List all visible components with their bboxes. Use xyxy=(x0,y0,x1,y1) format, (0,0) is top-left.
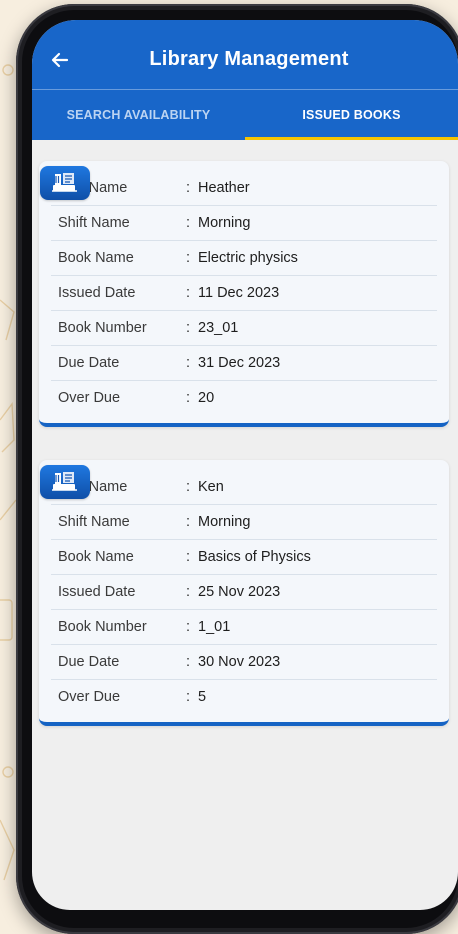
label-book-name: Book Name xyxy=(58,250,134,266)
issued-book-card: UserName : Heather Shift Name : Morning … xyxy=(39,161,449,427)
separator: : xyxy=(186,654,191,670)
separator: : xyxy=(186,549,191,565)
row-due-date: Due Date : 31 Dec 2023 xyxy=(51,346,437,381)
library-book-icon xyxy=(40,465,90,499)
tab-search-availability[interactable]: SEARCH AVAILABILITY xyxy=(32,90,245,140)
row-issued-date: Issued Date : 25 Nov 2023 xyxy=(51,575,437,610)
row-over-due: Over Due : 20 xyxy=(51,381,437,415)
row-username: UserName : Heather xyxy=(51,171,437,206)
book-details-card[interactable]: UserName : Ken Shift Name : Morning Book… xyxy=(39,460,449,726)
app-screen: Library Management SEARCH AVAILABILITY I… xyxy=(32,20,458,910)
label-due-date: Due Date xyxy=(58,355,120,371)
value-over-due: 5 xyxy=(198,689,207,705)
label-book-number: Book Number xyxy=(58,320,147,336)
separator: : xyxy=(186,479,191,495)
app-bar: Library Management SEARCH AVAILABILITY I… xyxy=(32,20,458,140)
issued-books-list: UserName : Heather Shift Name : Morning … xyxy=(32,140,458,726)
separator: : xyxy=(186,180,191,196)
row-book-name: Book Name : Basics of Physics xyxy=(51,540,437,575)
separator: : xyxy=(186,320,191,336)
value-due-date: 30 Nov 2023 xyxy=(198,654,281,670)
book-details-card[interactable]: UserName : Heather Shift Name : Morning … xyxy=(39,161,449,427)
row-over-due: Over Due : 5 xyxy=(51,680,437,714)
tab-bar: SEARCH AVAILABILITY ISSUED BOOKS xyxy=(32,90,458,140)
page-title: Library Management xyxy=(149,48,349,70)
value-book-number: 1_01 xyxy=(198,619,231,635)
row-book-number: Book Number : 1_01 xyxy=(51,610,437,645)
row-due-date: Due Date : 30 Nov 2023 xyxy=(51,645,437,680)
row-book-number: Book Number : 23_01 xyxy=(51,311,437,346)
separator: : xyxy=(186,689,191,705)
row-shift: Shift Name : Morning xyxy=(51,206,437,241)
separator: : xyxy=(186,584,191,600)
value-due-date: 31 Dec 2023 xyxy=(198,355,281,371)
value-issued-date: 25 Nov 2023 xyxy=(198,584,281,600)
label-issued-date: Issued Date xyxy=(58,285,136,301)
row-book-name: Book Name : Electric physics xyxy=(51,241,437,276)
label-book-name: Book Name xyxy=(58,549,134,565)
value-username: Heather xyxy=(198,180,250,196)
separator: : xyxy=(186,285,191,301)
separator: : xyxy=(186,390,191,406)
separator: : xyxy=(186,250,191,266)
separator: : xyxy=(186,514,191,530)
separator: : xyxy=(186,619,191,635)
value-book-name: Electric physics xyxy=(198,250,298,266)
tab-issued-books[interactable]: ISSUED BOOKS xyxy=(245,90,458,140)
label-issued-date: Issued Date xyxy=(58,584,136,600)
label-book-number: Book Number xyxy=(58,619,147,635)
label-over-due: Over Due xyxy=(58,689,121,705)
label-due-date: Due Date xyxy=(58,654,120,670)
library-book-icon xyxy=(40,166,90,200)
value-username: Ken xyxy=(198,479,224,495)
row-username: UserName : Ken xyxy=(51,470,437,505)
row-shift: Shift Name : Morning xyxy=(51,505,437,540)
value-shift: Morning xyxy=(198,215,251,231)
separator: : xyxy=(186,355,191,371)
value-shift: Morning xyxy=(198,514,251,530)
issued-book-card: UserName : Ken Shift Name : Morning Book… xyxy=(39,460,449,726)
value-over-due: 20 xyxy=(198,390,215,406)
row-issued-date: Issued Date : 11 Dec 2023 xyxy=(51,276,437,311)
value-book-number: 23_01 xyxy=(198,320,239,336)
value-book-name: Basics of Physics xyxy=(198,549,311,565)
value-issued-date: 11 Dec 2023 xyxy=(198,285,280,301)
label-shift: Shift Name xyxy=(58,514,130,530)
label-over-due: Over Due xyxy=(58,390,121,406)
label-shift: Shift Name xyxy=(58,215,130,231)
separator: : xyxy=(186,215,191,231)
